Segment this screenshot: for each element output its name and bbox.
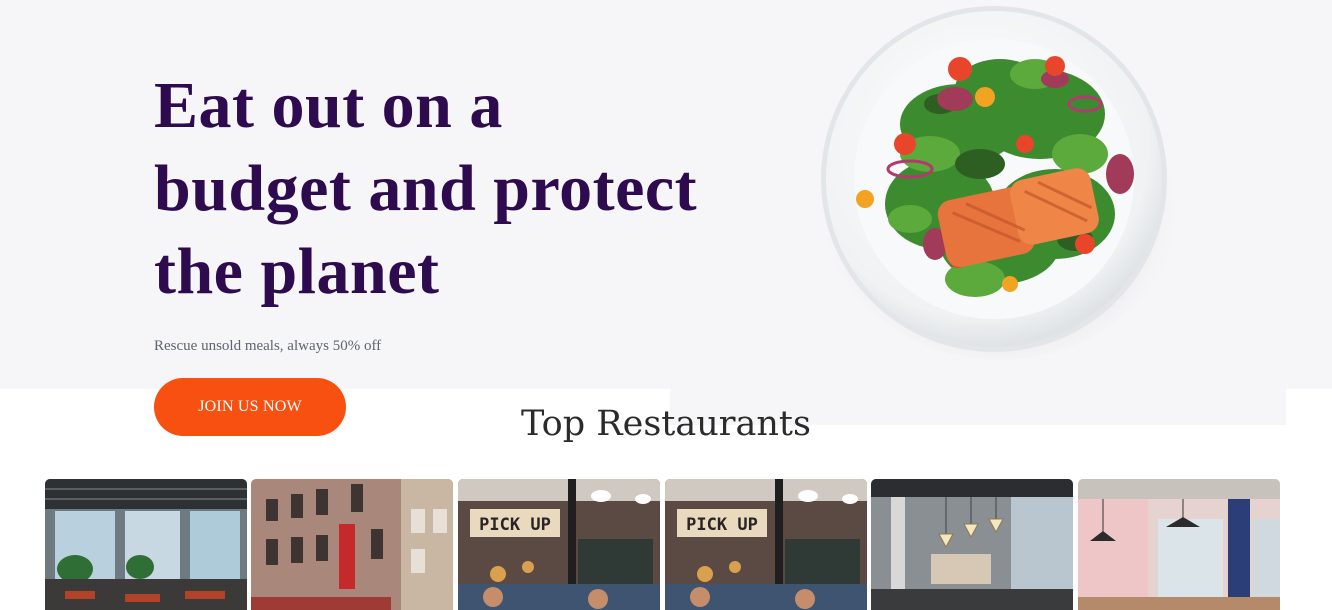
restaurant-pink-wall-image <box>1078 479 1280 610</box>
brick-building-storefront-image <box>251 479 453 610</box>
restaurant-card[interactable] <box>1078 479 1280 610</box>
hero-subtext: Rescue unsold meals, always 50% off <box>154 338 382 354</box>
restaurant-card[interactable] <box>871 479 1073 610</box>
pick-up-sign-text: PICK UP <box>479 515 551 535</box>
pick-up-sign-text: PICK UP <box>686 515 758 535</box>
hero-headline: Eat out on a budget and protect the plan… <box>154 69 698 308</box>
pick-up-counter-image: PICK UP <box>458 479 660 610</box>
section-title: Top Restaurants <box>521 404 811 444</box>
restaurant-card[interactable] <box>251 479 453 610</box>
restaurant-gallery: PICK UP PICK UP <box>45 479 1281 610</box>
restaurant-card[interactable]: PICK UP <box>458 479 660 610</box>
restaurant-card[interactable]: PICK UP <box>665 479 867 610</box>
salmon-salad-plate-image <box>810 4 1182 360</box>
pick-up-counter-image: PICK UP <box>665 479 867 610</box>
restaurant-pendant-lights-image <box>871 479 1073 610</box>
restaurant-card[interactable] <box>45 479 247 610</box>
restaurant-interior-windows-image <box>45 479 247 610</box>
